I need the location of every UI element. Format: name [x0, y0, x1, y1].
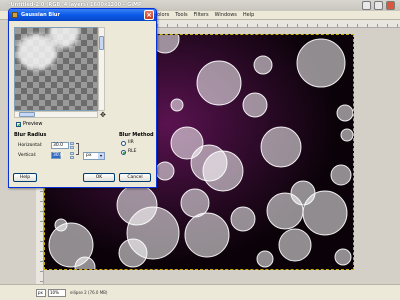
ok-button[interactable]: OK	[83, 173, 115, 182]
radio-iir-label: IIR	[128, 140, 134, 145]
preview-horizontal-scrollbar[interactable]	[14, 111, 98, 118]
radio-iir[interactable]	[121, 141, 126, 146]
dialog-title-bar[interactable]: Gaussian Blur ×	[9, 9, 156, 21]
dialog-close-button[interactable]: ×	[144, 10, 154, 20]
horizontal-spin-buttons[interactable]	[70, 142, 74, 149]
horizontal-radius-input[interactable]: 30.0	[51, 142, 69, 149]
zoom-selector[interactable]: 10%	[48, 289, 66, 297]
radius-unit-value: px	[86, 153, 92, 158]
unit-selector[interactable]: px	[36, 289, 46, 297]
menu-filters[interactable]: Filters	[194, 12, 209, 18]
preview-checkbox[interactable]	[16, 122, 21, 127]
scrollbar-thumb[interactable]	[19, 112, 35, 117]
blur-radius-heading: Blur Radius	[14, 132, 47, 138]
cancel-button[interactable]: Cancel	[119, 173, 151, 182]
vertical-radius-input[interactable]: 30.0	[51, 152, 63, 159]
menu-help[interactable]: Help	[243, 12, 254, 18]
menu-windows[interactable]: Windows	[215, 12, 237, 18]
vertical-spin-buttons[interactable]	[70, 152, 74, 159]
horizontal-label: Horizontal:	[18, 143, 43, 148]
menu-tools[interactable]: Tools	[175, 12, 187, 18]
radius-unit-dropdown[interactable]: px ▾	[83, 152, 105, 160]
preview-label: Preview	[23, 121, 43, 127]
scrollbar-thumb[interactable]	[99, 36, 104, 50]
maximize-button[interactable]	[374, 1, 383, 10]
blur-method-heading: Blur Method	[119, 132, 154, 138]
preview-vertical-scrollbar[interactable]	[98, 27, 105, 111]
status-bar: px 10% ellipse 2 (76.0 MB)	[0, 284, 400, 300]
preview-area[interactable]	[14, 27, 98, 111]
navigate-icon[interactable]: ✥	[100, 112, 107, 119]
status-message: ellipse 2 (76.0 MB)	[70, 290, 108, 295]
chain-link-icon[interactable]	[76, 143, 79, 155]
minimize-button[interactable]	[362, 1, 371, 10]
gimp-app-icon	[12, 12, 18, 18]
gaussian-blur-dialog: Gaussian Blur × ✥ Preview Blur Radius Ho…	[8, 8, 157, 188]
radio-rle[interactable]	[121, 150, 126, 155]
radio-rle-label: RLE	[128, 149, 137, 154]
help-button[interactable]: Help	[13, 173, 37, 182]
close-window-button[interactable]	[386, 1, 395, 10]
vertical-label: Vertical:	[18, 153, 37, 158]
chevron-down-icon: ▾	[98, 153, 104, 159]
dialog-title: Gaussian Blur	[21, 12, 60, 18]
